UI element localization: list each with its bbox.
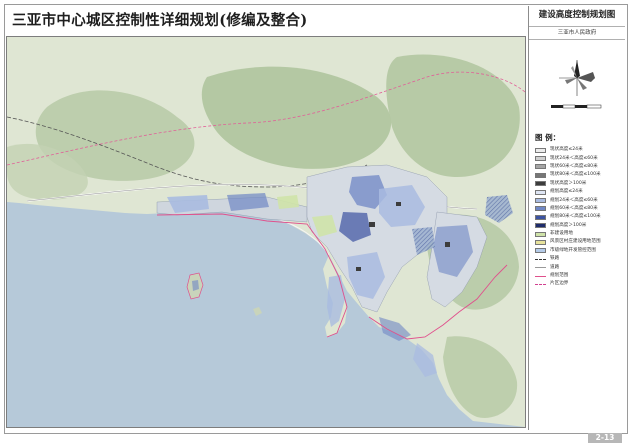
side-panel: 建设高度控制规划图 三亚市人民政府 图 例： 现状高度≤24米现状24米＜高度≤… xyxy=(528,6,625,430)
legend-label: 规划60米＜高度≤80米 xyxy=(550,205,598,211)
existing-highrise-c xyxy=(356,267,361,271)
wind-rose-icon xyxy=(559,60,595,96)
legend-swatch xyxy=(535,267,546,269)
scale-bar-icon xyxy=(551,104,602,109)
existing-highrise-b xyxy=(396,202,401,206)
legend-swatch xyxy=(535,172,546,178)
legend-label: 规划24米＜高度≤60米 xyxy=(550,197,598,203)
legend-item: 现状24米＜高度≤60米 xyxy=(535,154,623,162)
legend-swatch xyxy=(535,258,546,260)
legend-item: 规划高度＞100米 xyxy=(535,222,623,230)
legend-swatch xyxy=(535,283,546,285)
map-canvas[interactable] xyxy=(6,36,526,428)
legend-label: 规划高度＞100米 xyxy=(550,222,587,228)
legend-item: 规划24米＜高度≤60米 xyxy=(535,196,623,204)
legend-label: 市级绿地开发管控范围 xyxy=(550,247,596,253)
legend-label: 现状24米＜高度≤60米 xyxy=(550,155,598,161)
legend-swatch xyxy=(535,164,546,170)
legend-item: 现状高度≤24米 xyxy=(535,146,623,154)
legend-swatch xyxy=(535,206,546,212)
legend-swatch xyxy=(535,248,546,254)
title-bar: 三亚市中心城区控制性详细规划(修编及整合) xyxy=(4,4,526,34)
green-land-b xyxy=(277,195,299,209)
legend-item: 非建设用地 xyxy=(535,230,623,238)
legend-swatch xyxy=(535,156,546,162)
legend-item: 规划80米＜高度≤100米 xyxy=(535,213,623,221)
legend-swatch xyxy=(535,147,546,153)
legend-item: 现状高度＞100米 xyxy=(535,180,623,188)
legend-item: 铁路 xyxy=(535,255,623,263)
legend-item: 风景区村庄建设用地范围 xyxy=(535,238,623,246)
legend-swatch xyxy=(535,223,546,229)
existing-highrise-d xyxy=(445,242,450,247)
legend-label: 现状高度＞100米 xyxy=(550,180,587,186)
panel-subtitle: 三亚市人民政府 xyxy=(529,26,625,40)
legend-swatch xyxy=(535,181,546,187)
existing-highrise-a xyxy=(369,222,375,227)
legend-label: 片区边界 xyxy=(550,281,569,287)
legend-list: 现状高度≤24米现状24米＜高度≤60米 现状60米＜高度≤80米 现状80米＜高度… xyxy=(535,146,623,289)
legend-swatch xyxy=(535,198,546,204)
map-title: 三亚市中心城区控制性详细规划(修编及整合) xyxy=(12,11,308,29)
legend-swatch xyxy=(535,231,546,237)
legend-label: 道路 xyxy=(550,264,560,270)
legend-swatch xyxy=(535,239,546,245)
legend-swatch xyxy=(535,214,546,220)
legend-label: 规划高度≤24米 xyxy=(550,189,583,195)
legend-item: 市级绿地开发管控范围 xyxy=(535,247,623,255)
legend-swatch xyxy=(535,275,546,277)
panel-title: 建设高度控制规划图 xyxy=(538,10,616,20)
legend-label: 规划80米＜高度≤100米 xyxy=(550,214,601,220)
legend-title: 图 例： xyxy=(535,133,561,142)
legend-item: 规划60米＜高度≤80米 xyxy=(535,205,623,213)
legend-label: 规划范围 xyxy=(550,273,569,279)
legend-item: 现状60米＜高度≤80米 xyxy=(535,163,623,171)
legend-item: 规划高度≤24米 xyxy=(535,188,623,196)
legend-label: 非建设用地 xyxy=(550,231,573,237)
legend-item: 片区边界 xyxy=(535,280,623,288)
legend-label: 铁路 xyxy=(550,256,560,262)
legend-label: 现状80米＜高度≤100米 xyxy=(550,172,601,178)
legend-item: 现状80米＜高度≤100米 xyxy=(535,171,623,179)
legend-label: 现状高度≤24米 xyxy=(550,147,583,153)
legend-item: 规划范围 xyxy=(535,272,623,280)
legend-label: 现状60米＜高度≤80米 xyxy=(550,163,598,169)
planning-map xyxy=(7,37,525,427)
legend-label: 风景区村庄建设用地范围 xyxy=(550,239,601,245)
legend-item: 道路 xyxy=(535,263,623,271)
legend-swatch xyxy=(535,189,546,195)
page-number: 2-13 xyxy=(588,433,622,443)
